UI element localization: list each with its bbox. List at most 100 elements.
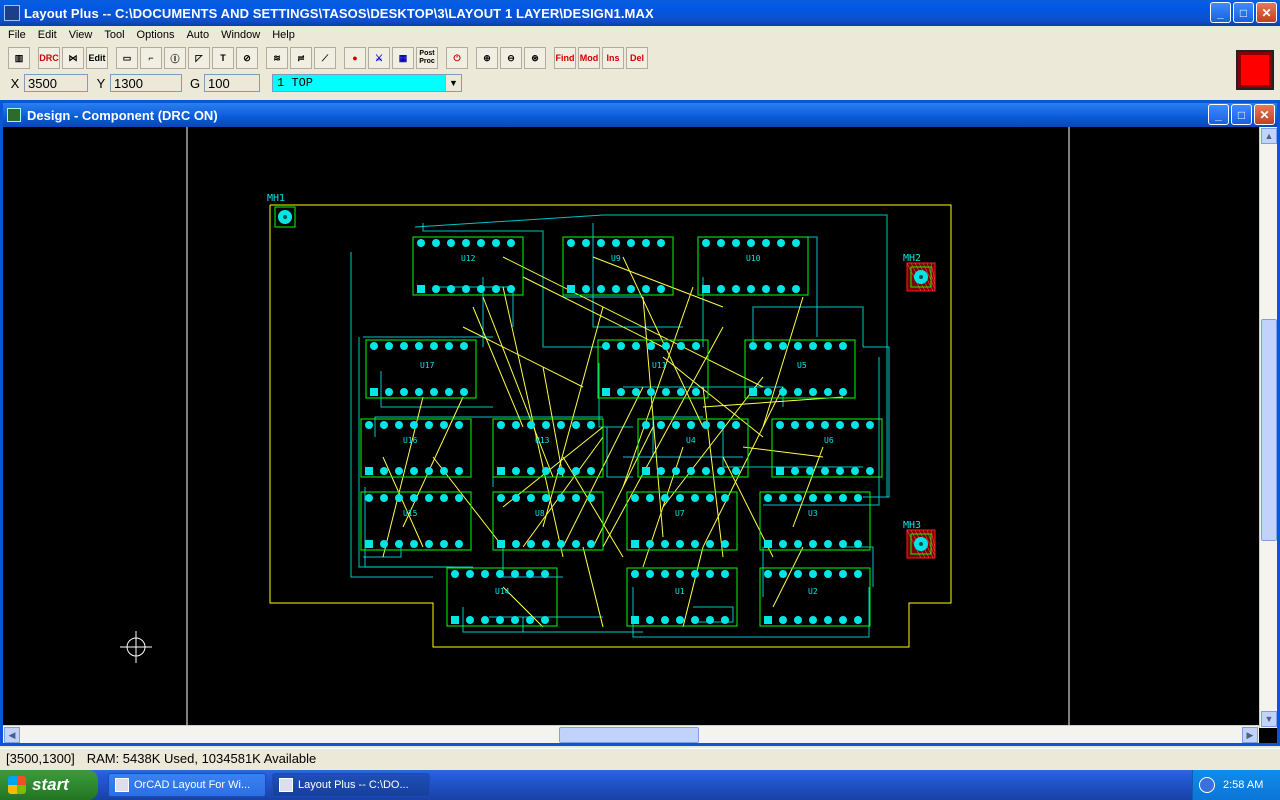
design-window-title-bar[interactable]: Design - Component (DRC ON) _ □ ✕ (3, 103, 1277, 127)
menu-file[interactable]: File (2, 29, 32, 41)
pad (582, 239, 590, 247)
ratsnest-line (602, 326, 724, 548)
zoom-out-icon[interactable]: ⊖ (500, 47, 522, 69)
vertical-scrollbar[interactable]: ▲ ▼ (1259, 127, 1277, 728)
component-icon[interactable]: ⋈ (62, 47, 84, 69)
component-ref-label: U7 (675, 509, 685, 518)
pad (776, 421, 784, 429)
maximize-button[interactable]: □ (1233, 2, 1254, 23)
menu-tool[interactable]: Tool (98, 29, 130, 41)
x-coordinate-field: 3500 (24, 74, 88, 92)
pad (702, 421, 710, 429)
pad (572, 540, 580, 548)
pad (445, 342, 453, 350)
menu-window[interactable]: Window (215, 29, 266, 41)
current-layer-color-swatch[interactable] (1236, 50, 1274, 90)
library-manager-icon[interactable]: ▥ (8, 47, 30, 69)
add-connection-icon[interactable]: ⟋ (314, 47, 336, 69)
connection-icon[interactable]: ≋ (266, 47, 288, 69)
start-label: start (32, 775, 69, 794)
scroll-left-icon[interactable]: ◀ (4, 727, 20, 743)
horizontal-scrollbar[interactable]: ◀ ▶ (3, 725, 1259, 743)
menu-auto[interactable]: Auto (180, 29, 215, 41)
network-icon[interactable] (1199, 777, 1215, 793)
spreadsheet-icon[interactable]: ▦ (392, 47, 414, 69)
find-button[interactable]: Find (554, 47, 576, 69)
pad (380, 467, 388, 475)
trace (752, 306, 864, 347)
menu-view[interactable]: View (63, 29, 99, 41)
close-button[interactable]: ✕ (1256, 2, 1277, 23)
pin-1-pad (365, 467, 373, 475)
scroll-down-icon[interactable]: ▼ (1261, 711, 1277, 727)
app-title-bar[interactable]: Layout Plus -- C:\DOCUMENTS AND SETTINGS… (0, 0, 1280, 26)
insert-button[interactable]: Ins (602, 47, 624, 69)
pad (839, 616, 847, 624)
pad (466, 616, 474, 624)
pcb-drawing[interactable]: U12 U9 U10 U17 U11 U5 U16 U13 U4 U6 U15 U8 U7 U3 U14 U1… (3, 127, 1259, 728)
pad (809, 616, 817, 624)
zoom-in-icon[interactable]: ⊕ (476, 47, 498, 69)
color-icon[interactable]: ● (344, 47, 366, 69)
edit-button[interactable]: Edit (86, 47, 108, 69)
menu-edit[interactable]: Edit (32, 29, 63, 41)
scroll-up-icon[interactable]: ▲ (1261, 128, 1277, 144)
pad (677, 388, 685, 396)
pad (646, 570, 654, 578)
pad (477, 285, 485, 293)
edit-segment-icon[interactable]: ≓ (290, 47, 312, 69)
pcb-canvas[interactable]: U12 U9 U10 U17 U11 U5 U16 U13 U4 U6 U15 U8 U7 U3 U14 U1… (3, 127, 1259, 728)
y-coordinate-field: 1300 (110, 74, 182, 92)
post-process-button[interactable]: Post Proc (416, 47, 438, 69)
zoom-all-icon[interactable]: ⊛ (524, 47, 546, 69)
pad (854, 494, 862, 502)
text-tool-button[interactable]: T (212, 47, 234, 69)
pad (851, 421, 859, 429)
delete-button[interactable]: Del (626, 47, 648, 69)
modify-button[interactable]: Mod (578, 47, 600, 69)
chevron-down-icon[interactable]: ▼ (445, 75, 461, 91)
pad (627, 239, 635, 247)
start-button[interactable]: start (0, 770, 98, 800)
board-outline-icon[interactable]: ▭ (116, 47, 138, 69)
taskbar-item-layout-plus[interactable]: Layout Plus -- C:\DO... (272, 773, 430, 797)
layer-select[interactable]: 1 TOP ▼ (272, 74, 462, 92)
component-ref-label: U17 (420, 361, 435, 370)
pad (672, 421, 680, 429)
dimension-icon[interactable]: ⌐ (140, 47, 162, 69)
pad (597, 239, 605, 247)
pin-1-pad (567, 285, 575, 293)
coordinate-bar: X 3500 Y 1300 G 100 1 TOP ▼ (0, 72, 1232, 94)
pin-icon[interactable]: Ⓘ (164, 47, 186, 69)
horizontal-scroll-thumb[interactable] (559, 727, 699, 743)
pad (400, 388, 408, 396)
ratsnest-line (502, 256, 764, 388)
pad (631, 494, 639, 502)
reconnect-icon[interactable]: ⚔ (368, 47, 390, 69)
pad (542, 540, 550, 548)
pin-1-pad (497, 467, 505, 475)
child-minimize-button[interactable]: _ (1208, 104, 1229, 125)
pad (440, 494, 448, 502)
taskbar-item-orcad[interactable]: OrCAD Layout For Wi... (108, 773, 266, 797)
component-ref-label: U10 (746, 254, 761, 263)
pad (839, 540, 847, 548)
obstacle-icon[interactable]: ◸ (188, 47, 210, 69)
menu-help[interactable]: Help (266, 29, 301, 41)
error-icon[interactable]: ⊘ (236, 47, 258, 69)
drc-toggle-button[interactable]: DRC (38, 47, 60, 69)
design-window-title: Design - Component (DRC ON) (27, 107, 218, 123)
child-close-button[interactable]: ✕ (1254, 104, 1275, 125)
child-maximize-button[interactable]: □ (1231, 104, 1252, 125)
power-icon[interactable]: ⏻ (446, 47, 468, 69)
scroll-right-icon[interactable]: ▶ (1242, 727, 1258, 743)
mounting-hole-mh2: MH2 (903, 253, 936, 292)
minimize-button[interactable]: _ (1210, 2, 1231, 23)
pad (512, 467, 520, 475)
vertical-scroll-thumb[interactable] (1261, 319, 1277, 541)
menu-options[interactable]: Options (131, 29, 181, 41)
pad (824, 494, 832, 502)
pad (541, 616, 549, 624)
pad (824, 388, 832, 396)
pad (762, 285, 770, 293)
